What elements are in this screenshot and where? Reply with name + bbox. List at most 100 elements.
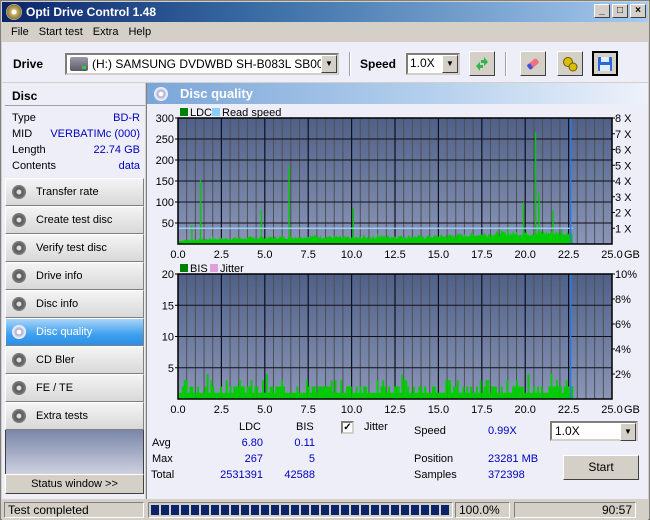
y-tick-label: 250 [156, 134, 174, 146]
bis-bar [558, 386, 560, 399]
bis-bar [502, 392, 505, 399]
nav-disc-info[interactable]: Disc info [5, 290, 144, 318]
bis-bar [265, 374, 268, 399]
close-button[interactable]: × [630, 4, 646, 18]
bis-bar [533, 386, 536, 399]
nav-fe-te[interactable]: FE / TE [5, 374, 144, 402]
y2-tick-label: 8 X [615, 113, 632, 125]
max-bis-value: 5 [308, 453, 315, 465]
y2-tick-label: 7 X [615, 129, 632, 141]
bis-bar [519, 386, 522, 399]
bis-bar [401, 374, 404, 399]
menu-help[interactable]: Help [123, 26, 156, 38]
speed-select[interactable]: 1.0X ▼ [406, 53, 460, 75]
minimize-button[interactable]: _ [594, 4, 610, 18]
chevron-down-icon[interactable]: ▼ [321, 55, 337, 73]
nav-extra-tests[interactable]: Extra tests [5, 402, 144, 430]
nav-cd-bler[interactable]: CD Bler [5, 346, 144, 374]
bis-bar [330, 380, 333, 399]
bis-bar [374, 392, 377, 399]
bis-bar [521, 386, 524, 399]
bis-bar [420, 386, 423, 399]
disc-heading: Disc [5, 86, 145, 106]
progress-block [201, 505, 209, 515]
disc-type-value: BD-R [113, 112, 140, 124]
nav-drive-info[interactable]: Drive info [5, 262, 144, 290]
chevron-down-icon[interactable]: ▼ [442, 55, 458, 73]
nav-create-test-disc[interactable]: Create test disc [5, 206, 144, 234]
panel-title: Disc quality [180, 86, 253, 101]
bis-bar [452, 386, 455, 399]
bis-bar [279, 386, 282, 399]
bis-bar [281, 380, 284, 399]
bis-bar [321, 386, 324, 399]
test-speed-select[interactable]: 1.0X ▼ [550, 421, 638, 441]
bis-bar [229, 386, 232, 399]
nav-label: Verify test disc [36, 242, 107, 254]
nav-verify-test-disc[interactable]: Verify test disc [5, 234, 144, 262]
bis-bar [472, 392, 474, 399]
erase-button[interactable] [520, 51, 546, 76]
y-tick-label: 300 [156, 113, 174, 125]
refresh-button[interactable] [469, 51, 495, 76]
x-tick-label: 7.5 [301, 404, 316, 415]
bis-bar [494, 386, 497, 399]
menu-bar: File Start test Extra Help [2, 22, 648, 41]
y2-tick-label: 2% [615, 369, 631, 381]
drive-select[interactable]: (H:) SAMSUNG DVDWBD SH-B083L SB00 ▼ [65, 53, 339, 75]
nav-transfer-rate[interactable]: Transfer rate [5, 178, 144, 206]
bis-bar [288, 392, 291, 399]
menu-file[interactable]: File [6, 26, 34, 38]
progress-block [421, 505, 429, 515]
bis-bar [540, 386, 543, 399]
bis-bar [349, 386, 352, 399]
progress-block [171, 505, 179, 515]
bis-bar [554, 386, 557, 399]
disc-icon [12, 353, 26, 367]
toolbar-separator [505, 52, 507, 76]
start-button[interactable]: Start [563, 455, 639, 480]
disc-contents-label: Contents [12, 160, 57, 172]
bis-bar [218, 392, 221, 399]
speed-stat-label: Speed [414, 425, 446, 437]
nav-disc-quality[interactable]: Disc quality [5, 318, 144, 346]
progress-fill [151, 505, 449, 515]
bis-bar [479, 380, 482, 399]
bis-bar [504, 392, 507, 399]
progress-block [241, 505, 249, 515]
chevron-down-icon[interactable]: ▼ [620, 423, 636, 441]
nav-label: FE / TE [36, 382, 74, 394]
bis-bar [506, 380, 509, 399]
progress-block [211, 505, 219, 515]
status-window-button[interactable]: Status window >> [5, 474, 144, 494]
settings-button[interactable] [557, 51, 583, 76]
menu-start-test[interactable]: Start test [34, 26, 88, 38]
menu-extra[interactable]: Extra [88, 26, 124, 38]
bis-bar [181, 386, 184, 399]
y-tick-label: 200 [156, 155, 174, 167]
bis-bar [514, 386, 516, 399]
drive-icon [70, 57, 88, 71]
legend-jitter-swatch [210, 264, 218, 272]
bis-bar [319, 386, 322, 399]
bis-bar [239, 380, 242, 399]
disc-quality-icon [154, 86, 168, 101]
progress-block [391, 505, 399, 515]
maximize-button[interactable]: □ [612, 4, 628, 18]
bis-bar [388, 386, 390, 399]
speed-value: 1.0X [410, 56, 435, 70]
y-tick-label: 20 [162, 269, 174, 281]
bis-bar [193, 392, 196, 399]
save-button[interactable] [592, 51, 618, 76]
bis-bar [559, 386, 562, 399]
bis-bar [216, 392, 219, 399]
bis-bar [424, 386, 427, 399]
bis-bar [269, 386, 272, 399]
bis-bar [370, 392, 373, 399]
jitter-checkbox[interactable]: ✓ [341, 421, 354, 434]
total-bis-value: 42588 [284, 469, 315, 481]
bis-bar [332, 392, 335, 399]
bis-bar [242, 386, 245, 399]
bis-bar [489, 392, 492, 399]
bis-bar [325, 386, 327, 399]
